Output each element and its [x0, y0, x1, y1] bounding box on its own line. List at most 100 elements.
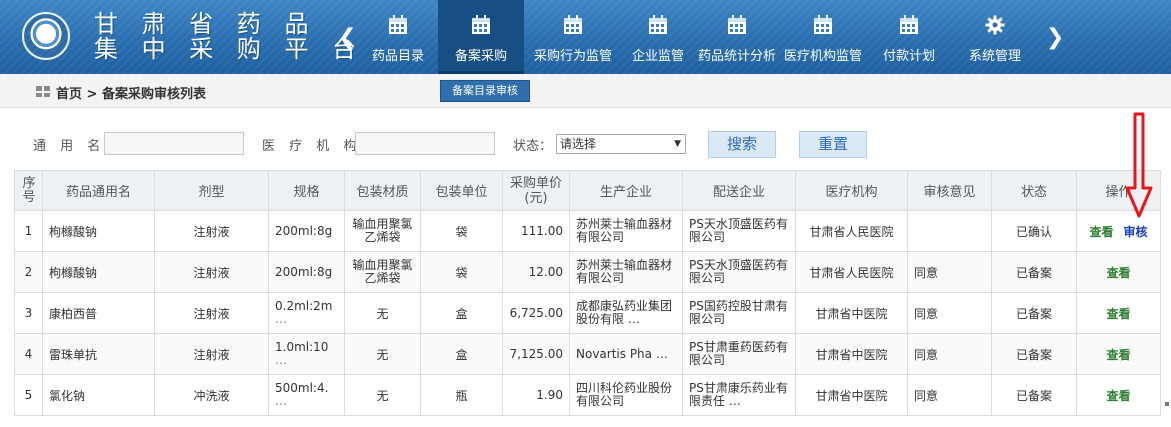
cell-pack-unit: 盒: [420, 292, 503, 334]
nav-item-system[interactable]: 系统管理: [952, 0, 1038, 74]
view-link[interactable]: 查看: [1106, 389, 1130, 403]
cell-form: 注射液: [154, 251, 269, 293]
nav-item-payment-plan[interactable]: 付款计划: [866, 0, 952, 74]
view-link[interactable]: 查看: [1089, 225, 1113, 239]
col-header-text: 采购单价(元): [510, 175, 563, 206]
reset-button[interactable]: 重置: [799, 131, 867, 158]
cell-price: 111.00: [502, 210, 570, 252]
province-logo-icon: [22, 12, 70, 60]
cell-status: 已备案: [991, 374, 1077, 416]
cell-seq: 5: [14, 374, 43, 416]
calendar-icon: [728, 15, 746, 34]
cell-pack-unit: 袋: [420, 251, 503, 293]
cell-status: 已备案: [991, 292, 1077, 334]
table-header-row: 序号 药品通用名 剂型 规格 包装材质 包装单位 采购单价(元) 生产企业 配送…: [14, 170, 1161, 211]
col-header-status: 状态: [991, 170, 1077, 211]
nav-scroll-right-icon[interactable]: ❯: [1046, 25, 1064, 51]
cell-opinion: 同意: [907, 251, 992, 293]
cell-distributor: PS甘肃康乐药业有限责任 …: [682, 374, 796, 416]
status-label: 状态：: [513, 139, 553, 154]
col-header-seq: 序号: [14, 170, 43, 211]
caret-down-icon: ▼: [674, 139, 681, 149]
cell-seq: 1: [14, 210, 43, 252]
cell-name: 枸橼酸钠: [42, 210, 155, 252]
calendar-icon: [472, 15, 490, 34]
view-link[interactable]: 查看: [1106, 307, 1130, 321]
view-link[interactable]: 查看: [1106, 348, 1130, 362]
nav-item-drug-stats[interactable]: 药品统计分析: [694, 0, 780, 74]
cell-opinion: [907, 210, 992, 252]
col-header-price: 采购单价(元): [502, 170, 570, 211]
filing-audit-table: 序号 药品通用名 剂型 规格 包装材质 包装单位 采购单价(元) 生产企业 配送…: [14, 170, 1161, 416]
main-nav: 药品目录 备案采购 采购行为监管 企业监管 药品统计分析 医疗机构监管 付款计划…: [358, 0, 1038, 74]
cell-pack-material: 无: [344, 333, 421, 375]
cell-actions: 查看: [1076, 333, 1161, 375]
nav-scroll-left-icon[interactable]: ❮: [338, 25, 356, 51]
cell-actions: 查看: [1076, 292, 1161, 334]
col-header-name: 药品通用名: [42, 170, 155, 211]
cell-name: 雷珠单抗: [42, 333, 155, 375]
cell-seq: 3: [14, 292, 43, 334]
annotation-arrow-down-icon: [1125, 112, 1153, 218]
breadcrumb-bar: 首页 > 备案采购审核列表: [0, 74, 1171, 108]
cell-pack-material: 输血用聚氯乙烯袋: [344, 251, 421, 293]
cell-distributor: PS国药控股甘肃有限公司: [682, 292, 796, 334]
col-header-text: 序号: [22, 175, 36, 205]
search-button[interactable]: 搜索: [708, 131, 776, 158]
cell-manufacturer: Novartis Pha …: [569, 333, 683, 375]
cell-price: 12.00: [502, 251, 570, 293]
nav-item-drug-catalog[interactable]: 药品目录: [358, 0, 438, 74]
col-header-distributor: 配送企业: [682, 170, 796, 211]
calendar-icon: [389, 15, 407, 34]
cell-spec: 200ml:8g: [268, 210, 345, 252]
nav-label: 企业监管: [631, 49, 684, 64]
cell-seq: 2: [14, 251, 43, 293]
cell-status: 已备案: [991, 333, 1077, 375]
nav-item-institution[interactable]: 医疗机构监管: [780, 0, 866, 74]
platform-title-line2: 集 中 采 购 平 台: [94, 35, 365, 63]
calendar-icon: [564, 15, 582, 34]
nav-item-filing-purchase[interactable]: 备案采购: [438, 0, 524, 74]
audit-link[interactable]: 审核: [1124, 225, 1148, 239]
cell-pack-material: 输血用聚氯乙烯袋: [344, 210, 421, 252]
cell-manufacturer: 苏州莱士输血器材有限公司: [569, 210, 683, 252]
cell-opinion: 同意: [907, 292, 992, 334]
cell-institution: 甘肃省中医院: [795, 333, 908, 375]
col-header-institution: 医疗机构: [795, 170, 908, 211]
table-row: 2 枸橼酸钠 注射液 200ml:8g 输血用聚氯乙烯袋 袋 12.00 苏州莱…: [14, 251, 1161, 293]
nav-item-enterprise[interactable]: 企业监管: [622, 0, 694, 74]
cell-distributor: PS甘肃重药医药有限公司: [682, 333, 796, 375]
calendar-icon: [900, 15, 918, 34]
cell-name: 枸橼酸钠: [42, 251, 155, 293]
status-select-value: 请选择: [560, 137, 597, 151]
col-header-pack-unit: 包装单位: [420, 170, 503, 211]
cell-ellipsis: …: [275, 394, 287, 408]
status-select[interactable]: 请选择 ▼: [556, 134, 686, 154]
cell-manufacturer: 成都康弘药业集团股份有限 …: [569, 292, 683, 334]
cell-actions: 查看: [1076, 251, 1161, 293]
cell-price: 1.90: [502, 374, 570, 416]
grid-icon: [36, 86, 50, 97]
cell-pack-material: 无: [344, 292, 421, 334]
scrollbar-marker[interactable]: [1165, 402, 1169, 406]
cell-form: 注射液: [154, 210, 269, 252]
cell-institution: 甘肃省人民医院: [795, 210, 908, 252]
nav-label: 备案采购: [454, 49, 507, 64]
cell-spec: 0.2ml:2m…: [268, 292, 345, 334]
subnav-filing-catalog-audit[interactable]: 备案目录审核: [440, 80, 530, 102]
col-header-opinion: 审核意见: [907, 170, 992, 211]
nav-label: 药品统计分析: [697, 49, 776, 64]
cell-manufacturer: 四川科伦药业股份有限公司: [569, 374, 683, 416]
table-row: 5 氯化钠 冲洗液 500ml:4.… 无 瓶 1.90 四川科伦药业股份有限公…: [14, 374, 1161, 416]
view-link[interactable]: 查看: [1106, 266, 1130, 280]
col-header-pack-material: 包装材质: [344, 170, 421, 211]
cell-status: 已备案: [991, 251, 1077, 293]
search-form: 通 用 名： 医 疗 机 构： 状态： 请选择 ▼ 搜索 重置: [0, 108, 1171, 170]
cell-pack-unit: 盒: [420, 333, 503, 375]
cell-institution: 甘肃省中医院: [795, 292, 908, 334]
cell-status: 已确认: [991, 210, 1077, 252]
nav-item-purchase-behavior[interactable]: 采购行为监管: [524, 0, 622, 74]
generic-name-input[interactable]: [104, 132, 244, 155]
cell-form: 注射液: [154, 292, 269, 334]
institution-input[interactable]: [355, 132, 495, 155]
